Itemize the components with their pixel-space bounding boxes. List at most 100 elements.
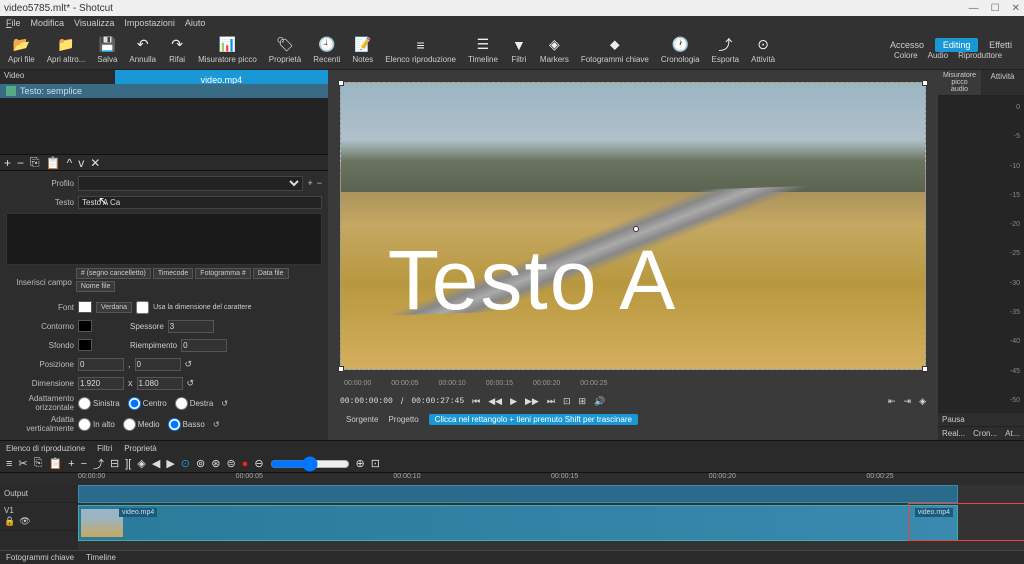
valign-middle-radio[interactable] [123, 418, 136, 431]
play-button[interactable]: ▶ [510, 396, 517, 407]
add-preset-button[interactable]: + [307, 178, 312, 188]
mode-access[interactable]: Accesso [882, 38, 932, 52]
volume-button[interactable]: 🔊 [594, 396, 605, 407]
handle-bl[interactable] [338, 366, 344, 372]
playlist-button[interactable]: ≡Elenco riproduzione [381, 34, 460, 66]
mode-editing[interactable]: Editing [935, 38, 979, 52]
jobs-button[interactable]: ⊙Attività [747, 34, 779, 66]
overlay-text[interactable]: Testo A [388, 232, 678, 329]
text-area[interactable] [6, 213, 322, 265]
filters-button[interactable]: ▼Filtri [506, 34, 532, 66]
menu-aiuto[interactable]: Aiuto [185, 18, 206, 28]
profile-select[interactable] [78, 176, 303, 191]
font-picker-button[interactable]: Verdana [96, 302, 132, 313]
size-w-input[interactable] [78, 377, 124, 390]
redo-button[interactable]: ↷Rifai [164, 34, 190, 66]
close-icon[interactable]: ✕ [1012, 3, 1020, 14]
tl-append-button[interactable]: + [68, 458, 74, 470]
filter-enabled-checkbox[interactable] [6, 86, 16, 96]
out-point-button[interactable]: ⇥ [904, 396, 912, 407]
menu-file[interactable]: File [6, 18, 21, 28]
insert-hash-button[interactable]: # (segno cancelletto) [76, 268, 151, 279]
reset-valign-icon[interactable]: ↺ [213, 420, 220, 429]
mark-button[interactable]: ◈ [919, 396, 926, 407]
properties-button[interactable]: 🏷Proprietà [265, 34, 305, 66]
clip-out-of-range[interactable] [908, 503, 1024, 541]
halign-left-radio[interactable] [78, 397, 91, 410]
menu-visualizza[interactable]: Visualizza [74, 18, 114, 28]
deselect-button[interactable]: ✕ [90, 156, 100, 170]
tl-zoom-in-button[interactable]: ⊕ [356, 457, 365, 470]
tl-split-button[interactable]: ][ [125, 458, 131, 470]
mode-effects[interactable]: Effetti [981, 38, 1020, 52]
tl-zoom-slider[interactable] [270, 456, 350, 472]
minimize-icon[interactable]: — [969, 3, 979, 14]
insert-frame-button[interactable]: Fotogramma # [195, 268, 251, 279]
prev-button[interactable]: ◀◀ [488, 396, 502, 407]
timeline-ruler[interactable]: 00:00:0000:00:0500:00:1000:00:1500:00:20… [0, 473, 1024, 485]
bg-color-swatch[interactable] [78, 339, 92, 351]
tl-menu-button[interactable]: ≡ [6, 458, 12, 470]
tab-real[interactable]: Real... [938, 427, 969, 440]
peak-meter-button[interactable]: 📊Misuratore picco [194, 34, 261, 66]
tab-playlist[interactable]: Elenco di riproduzione [6, 444, 85, 453]
sub-player[interactable]: Riproduttore [958, 51, 1002, 60]
tab-cron[interactable]: Cron... [969, 427, 1001, 440]
tl-lift-button[interactable]: ⤴ [93, 456, 104, 472]
filter-item-text-simple[interactable]: Testo: semplice [0, 84, 328, 98]
reset-halign-icon[interactable]: ↺ [221, 399, 228, 408]
output-track-header[interactable]: Output [0, 485, 78, 503]
tl-overwrite-button[interactable]: ⊟ [110, 457, 119, 470]
open-other-button[interactable]: 📁Apri altro... [43, 34, 90, 66]
tl-prev-marker-button[interactable]: ◀ [152, 457, 160, 470]
tl-marker-button[interactable]: ◈ [137, 457, 145, 470]
move-down-button[interactable]: v [78, 156, 84, 170]
tab-timeline-bottom[interactable]: Timeline [86, 553, 116, 562]
skip-end-button[interactable]: ⏭ [547, 396, 555, 407]
sub-audio[interactable]: Audio [928, 51, 948, 60]
tl-cut-button[interactable]: ✂ [18, 457, 27, 470]
markers-button[interactable]: ◈Markers [536, 34, 573, 66]
maximize-icon[interactable]: ☐ [991, 3, 1000, 14]
recent-button[interactable]: 🕘Recenti [309, 34, 344, 66]
tab-source[interactable]: Sorgente [346, 415, 378, 424]
in-point-button[interactable]: ⇤ [888, 396, 896, 407]
tl-record-button[interactable]: ● [242, 458, 249, 470]
insert-timecode-button[interactable]: Timecode [153, 268, 193, 279]
tl-snap-button[interactable]: ⊙ [181, 457, 190, 470]
handle-tr[interactable] [922, 80, 928, 86]
move-up-button[interactable]: ^ [67, 156, 73, 170]
export-button[interactable]: ⤴Esporta [708, 34, 744, 66]
sub-color[interactable]: Colore [894, 51, 918, 60]
halign-right-radio[interactable] [175, 397, 188, 410]
menu-modifica[interactable]: Modifica [31, 18, 65, 28]
tab-keyframes[interactable]: Fotogrammi chiave [6, 553, 74, 562]
save-button[interactable]: 💾Salva [93, 34, 121, 66]
add-filter-button[interactable]: + [4, 156, 11, 170]
handle-br[interactable] [922, 366, 928, 372]
tl-ripple-button[interactable]: ⊛ [211, 457, 220, 470]
pause-button[interactable]: Pausa [938, 413, 1024, 426]
tl-next-marker-button[interactable]: ▶ [166, 457, 174, 470]
pos-x-input[interactable] [78, 358, 124, 371]
insert-filedate-button[interactable]: Data file [253, 268, 289, 279]
tab-audio-meter[interactable]: Misuratore picco audio [938, 70, 981, 95]
insert-filename-button[interactable]: Nome file [76, 281, 116, 292]
tab-at[interactable]: At... [1001, 427, 1023, 440]
copy-filter-button[interactable]: ⎘ [30, 155, 40, 170]
tab-filters[interactable]: Filtri [97, 444, 112, 453]
remove-preset-button[interactable]: − [317, 178, 322, 188]
video-preview[interactable]: Testo A [340, 82, 926, 370]
tracks-area[interactable]: video.mp4 video.mp4 [78, 485, 1024, 550]
thickness-input[interactable] [168, 320, 214, 333]
font-color-swatch[interactable] [78, 301, 92, 313]
remove-filter-button[interactable]: − [17, 156, 24, 170]
size-h-input[interactable] [137, 377, 183, 390]
padding-input[interactable] [181, 339, 227, 352]
paste-filter-button[interactable]: 📋 [46, 156, 61, 170]
lock-icon[interactable]: 🔒 [4, 516, 15, 527]
track-selector[interactable]: Video [0, 70, 115, 84]
tl-remove-button[interactable]: − [81, 458, 87, 470]
tl-copy-button[interactable]: ⎘ [34, 457, 43, 470]
tl-paste-button[interactable]: 📋 [48, 457, 62, 470]
